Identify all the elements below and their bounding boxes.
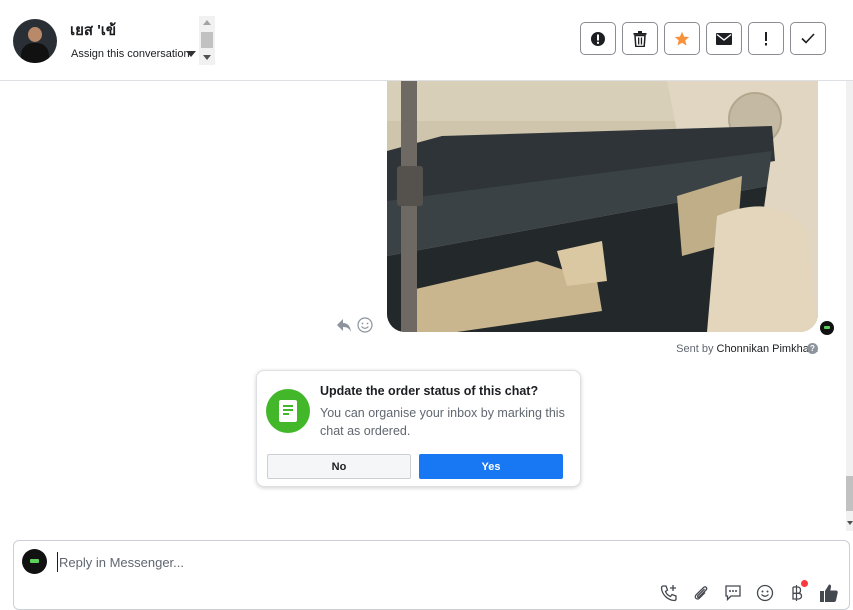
scroll-down-arrow-icon[interactable] xyxy=(203,55,211,60)
thumbs-up-icon xyxy=(820,584,838,602)
reply-input[interactable] xyxy=(57,552,619,572)
reaction-smiley-icon[interactable] xyxy=(357,317,373,338)
composer-toolbar xyxy=(659,580,839,603)
sent-by-label: Sent by Chonnikan Pimkham xyxy=(676,343,818,355)
sent-by-prefix: Sent by xyxy=(676,343,717,355)
conversation-toolbar xyxy=(580,22,826,55)
like-button[interactable] xyxy=(819,583,839,603)
paperclip-icon xyxy=(694,586,708,600)
saved-replies-button[interactable] xyxy=(723,583,743,603)
baht-icon xyxy=(792,585,803,601)
star-button[interactable] xyxy=(664,22,700,55)
no-button[interactable]: No xyxy=(267,454,411,479)
prompt-title: Update the order status of this chat? xyxy=(320,384,539,398)
sent-by-name: Chonnikan Pimkham xyxy=(716,343,819,355)
trash-icon xyxy=(633,30,647,47)
mark-spam-button[interactable] xyxy=(580,22,616,55)
message-thread[interactable]: Sent by Chonnikan Pimkham ? Update the o… xyxy=(0,81,846,531)
scroll-up-arrow-icon[interactable] xyxy=(203,20,211,25)
emoji-button[interactable] xyxy=(755,583,775,603)
follow-up-button[interactable] xyxy=(748,22,784,55)
reply-arrow-icon[interactable] xyxy=(336,317,352,338)
mark-done-button[interactable] xyxy=(790,22,826,55)
alert-circle-icon xyxy=(591,31,605,46)
contact-avatar[interactable] xyxy=(13,19,57,63)
info-icon[interactable]: ? xyxy=(807,343,818,354)
envelope-icon xyxy=(716,32,732,45)
prompt-text: You can organise your inbox by marking t… xyxy=(320,406,565,438)
contact-name[interactable]: เยส 'เข้ xyxy=(70,18,116,42)
scroll-thumb[interactable] xyxy=(201,32,213,48)
conversation-header: เยส 'เข้ Assign this conversation xyxy=(0,0,853,81)
delete-button[interactable] xyxy=(622,22,658,55)
assign-conversation-dropdown[interactable]: Assign this conversation xyxy=(71,48,190,60)
star-icon xyxy=(674,31,690,45)
notification-dot xyxy=(801,580,808,587)
caret-down-icon[interactable] xyxy=(186,51,196,57)
scroll-down-arrow-icon[interactable] xyxy=(847,521,853,525)
order-receipt-icon xyxy=(266,389,310,433)
attach-button[interactable] xyxy=(691,583,711,603)
payment-button[interactable] xyxy=(787,580,808,603)
attached-photo[interactable] xyxy=(387,81,818,332)
scroll-thumb[interactable] xyxy=(846,476,853,511)
check-icon xyxy=(801,33,815,44)
chat-bubble-icon xyxy=(725,585,741,602)
page-avatar xyxy=(22,549,47,574)
reply-composer xyxy=(13,540,850,610)
phone-plus-icon xyxy=(660,585,677,602)
call-button[interactable] xyxy=(659,583,679,603)
seen-avatar xyxy=(820,321,834,335)
order-status-prompt: Update the order status of this chat? Yo… xyxy=(256,370,581,487)
exclamation-icon xyxy=(765,31,767,45)
yes-button[interactable]: Yes xyxy=(419,454,563,479)
smiley-icon xyxy=(756,584,774,602)
thread-scrollbar[interactable] xyxy=(846,81,853,531)
mark-unread-button[interactable] xyxy=(706,22,742,55)
header-scrollbar[interactable] xyxy=(199,16,215,65)
